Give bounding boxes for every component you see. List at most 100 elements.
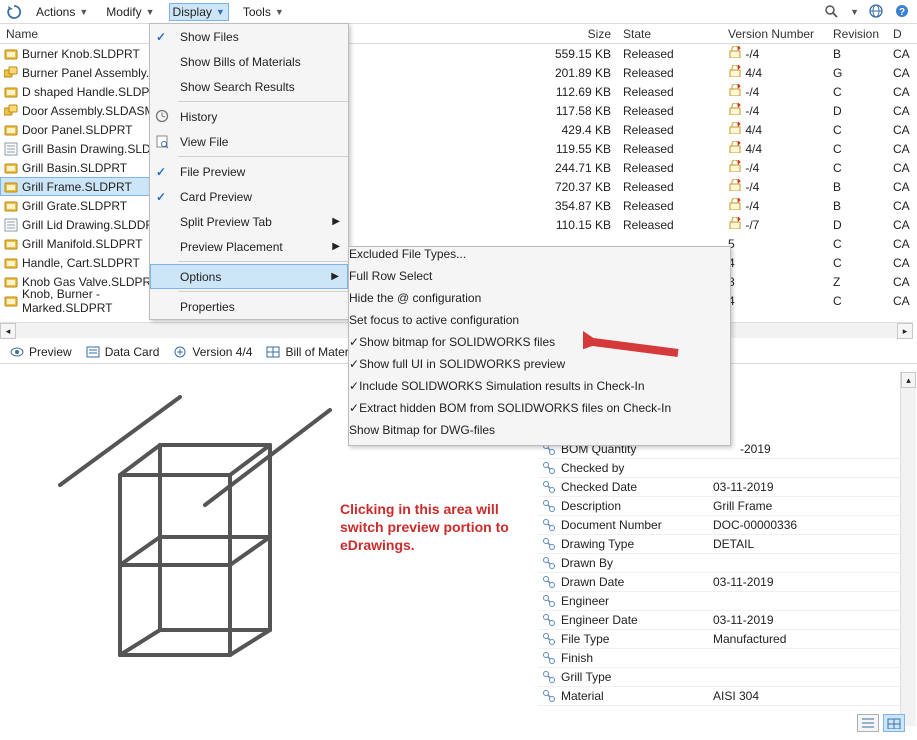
property-row[interactable]: Engineer Date03-11-2019: [538, 611, 900, 630]
link-icon: [542, 480, 556, 494]
file-type-icon: [4, 218, 18, 232]
cell-revision: C: [827, 161, 887, 175]
submenu-item-label: Show bitmap for SOLIDWORKS files: [359, 335, 555, 349]
check-icon: ✓: [156, 165, 166, 179]
view-list-button[interactable]: [857, 714, 879, 732]
column-headers: Name hecked Out By Size State Version Nu…: [0, 24, 917, 44]
lock-icon: [728, 198, 742, 210]
check-icon: ✓: [349, 335, 359, 349]
file-name: Grill Frame.SLDPRT: [22, 180, 132, 194]
property-value: 03-11-2019: [713, 480, 900, 494]
submenu-item[interactable]: ✓Extract hidden BOM from SOLIDWORKS file…: [349, 401, 730, 423]
menu-tools[interactable]: Tools▼: [239, 3, 288, 21]
tab-preview[interactable]: Preview: [10, 345, 72, 359]
menu-item[interactable]: Preview Placement▶: [150, 234, 348, 259]
cell-version: -/4: [722, 84, 827, 99]
menu-item[interactable]: View File: [150, 129, 348, 154]
tab-version-[interactable]: Version 4/4: [173, 345, 252, 359]
check-icon: ✓: [349, 357, 359, 371]
menu-item-label: File Preview: [180, 165, 245, 179]
file-type-icon: [4, 142, 18, 156]
file-name: D shaped Handle.SLDP: [22, 85, 149, 99]
property-row[interactable]: Drawing TypeDETAIL: [538, 535, 900, 554]
tab-data-card[interactable]: Data Card: [86, 345, 160, 359]
file-type-icon: [4, 256, 18, 270]
submenu-item[interactable]: Excluded File Types...: [349, 247, 730, 269]
menu-actions[interactable]: Actions▼: [32, 3, 92, 21]
cell-size: 720.37 KB: [527, 180, 617, 194]
scroll-up-button[interactable]: ▴: [901, 372, 916, 388]
scroll-right-button[interactable]: ▸: [897, 323, 913, 339]
vertical-scrollbar[interactable]: ▴: [900, 372, 916, 726]
link-icon: [542, 651, 556, 665]
property-row[interactable]: Drawn Date03-11-2019: [538, 573, 900, 592]
menu-item[interactable]: Properties: [150, 294, 348, 319]
property-row[interactable]: Grill Type: [538, 668, 900, 687]
cell-d: CA: [887, 294, 917, 308]
header-state[interactable]: State: [617, 25, 722, 43]
property-row[interactable]: Checked Date03-11-2019: [538, 478, 900, 497]
tab-bill-of-materia[interactable]: Bill of Materia: [266, 345, 358, 359]
link-icon: [542, 556, 556, 570]
property-row[interactable]: DescriptionGrill Frame: [538, 497, 900, 516]
file-name: Grill Lid Drawing.SLDDR: [22, 218, 154, 232]
property-row[interactable]: MaterialAISI 304: [538, 687, 900, 706]
property-label: Material: [561, 689, 604, 703]
globe-icon[interactable]: [869, 4, 885, 20]
preview-wireframe-icon[interactable]: [50, 395, 350, 715]
cell-version: -/7: [722, 217, 827, 232]
menu-display[interactable]: Display▼: [169, 3, 229, 21]
cell-d: CA: [887, 161, 917, 175]
submenu-arrow-icon: ▶: [332, 216, 340, 227]
menu-item-label: Options: [180, 270, 221, 284]
submenu-arrow-icon: ▶: [332, 241, 340, 252]
tab-label: Version 4/4: [192, 345, 252, 359]
submenu-item[interactable]: ✓Include SOLIDWORKS Simulation results i…: [349, 379, 730, 401]
lock-icon: [728, 160, 742, 172]
cell-d: CA: [887, 142, 917, 156]
header-revision[interactable]: Revision: [827, 25, 887, 43]
file-name: Burner Knob.SLDPRT: [22, 47, 140, 61]
menu-item[interactable]: ✓Card Preview: [150, 184, 348, 209]
eye-icon: [10, 345, 24, 359]
link-icon: [542, 499, 556, 513]
menu-modify[interactable]: Modify▼: [102, 3, 158, 21]
refresh-icon[interactable]: [6, 4, 22, 20]
menu-item[interactable]: Split Preview Tab ▶: [150, 209, 348, 234]
cell-size: 119.55 KB: [527, 142, 617, 156]
property-label: Document Number: [561, 518, 662, 532]
file-name: Door Assembly.SLDASM: [22, 104, 155, 118]
menu-item[interactable]: Show Bills of Materials: [150, 49, 348, 74]
cell-revision: C: [827, 256, 887, 270]
menu-item[interactable]: Show Search Results: [150, 74, 348, 99]
header-version[interactable]: Version Number: [722, 25, 827, 43]
property-row[interactable]: Engineer: [538, 592, 900, 611]
cell-d: CA: [887, 85, 917, 99]
property-value: DETAIL: [713, 537, 900, 551]
property-row[interactable]: Finish: [538, 649, 900, 668]
submenu-item[interactable]: Hide the @ configuration: [349, 291, 730, 313]
view-grid-button[interactable]: [883, 714, 905, 732]
property-row[interactable]: Checked by: [538, 459, 900, 478]
scroll-left-button[interactable]: ◂: [0, 323, 16, 339]
search-icon[interactable]: [824, 4, 840, 20]
menu-item[interactable]: ✓Show Files: [150, 24, 348, 49]
property-row[interactable]: Drawn By: [538, 554, 900, 573]
menu-item[interactable]: ✓ File Preview: [150, 159, 348, 184]
cell-version: 4: [722, 294, 827, 308]
submenu-item-label: Excluded File Types...: [349, 247, 466, 261]
menu-item[interactable]: History: [150, 104, 348, 129]
property-row[interactable]: File TypeManufactured: [538, 630, 900, 649]
header-d[interactable]: D: [887, 25, 917, 43]
help-icon[interactable]: [895, 4, 911, 20]
submenu-item[interactable]: Show Bitmap for DWG-files: [349, 423, 730, 445]
cell-revision: C: [827, 294, 887, 308]
menu-item[interactable]: Options▶: [150, 264, 348, 289]
menu-item-label: Split Preview Tab: [180, 215, 272, 229]
property-value: 03-11-2019: [713, 613, 900, 627]
lock-icon: [728, 46, 742, 58]
property-row[interactable]: Document NumberDOC-00000336: [538, 516, 900, 535]
lock-icon: [728, 179, 742, 191]
submenu-item[interactable]: Full Row Select: [349, 269, 730, 291]
header-size[interactable]: Size: [527, 25, 617, 43]
